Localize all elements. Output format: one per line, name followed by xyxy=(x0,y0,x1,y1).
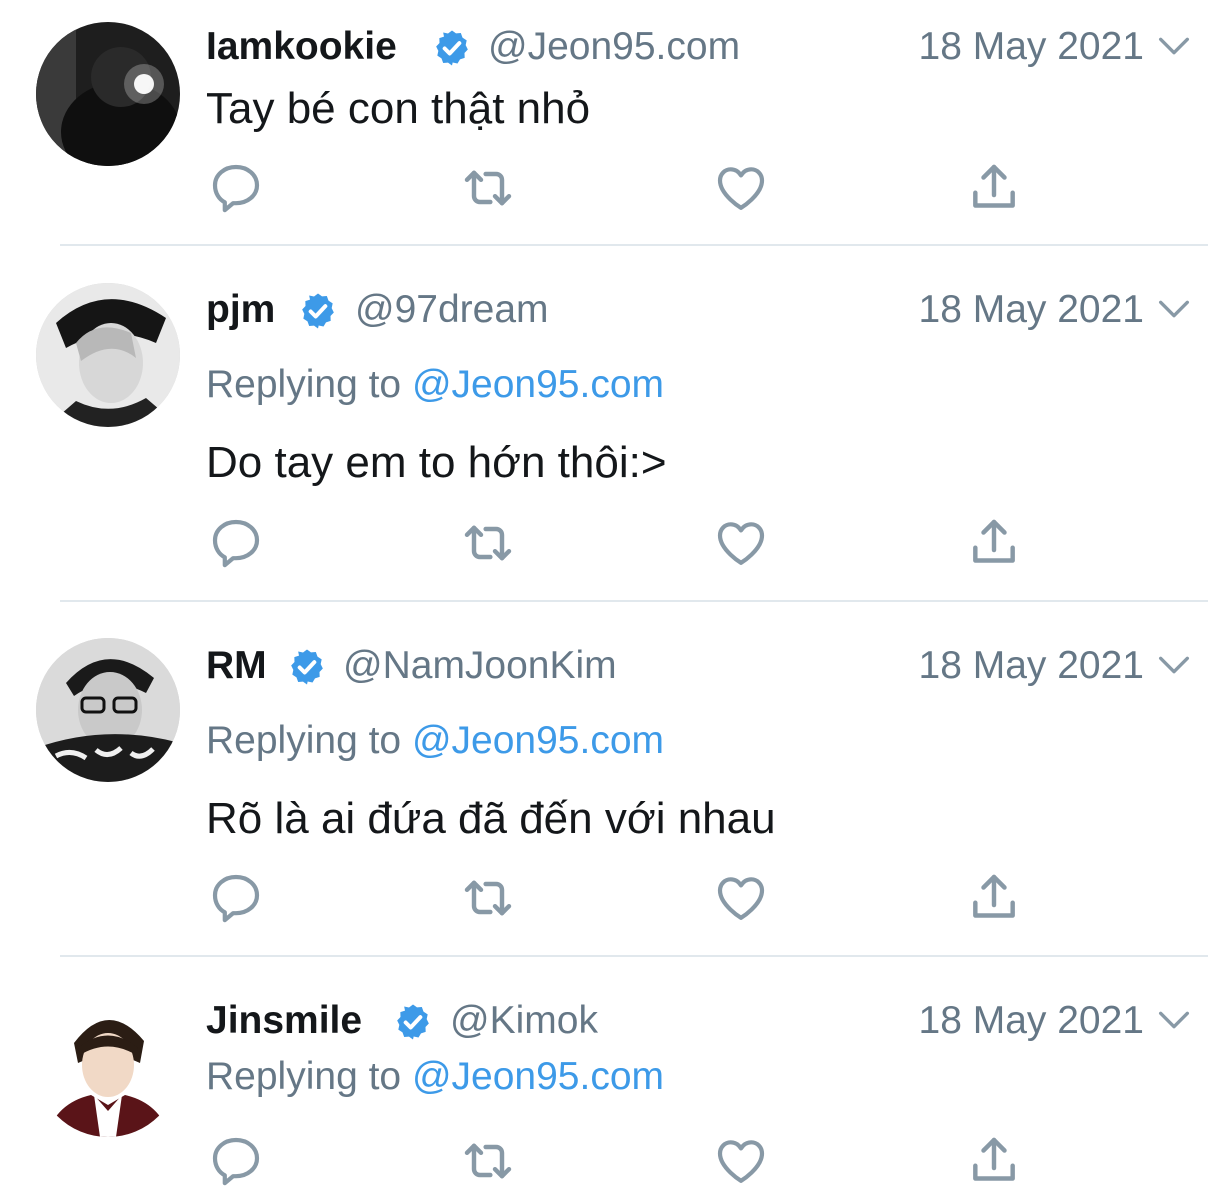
replying-to: Replying to @Jeon95.com xyxy=(206,719,664,763)
avatar[interactable] xyxy=(36,993,180,1137)
like-icon xyxy=(713,870,769,926)
display-name[interactable]: Jinsmile xyxy=(206,999,362,1043)
tweet[interactable]: pjm @97dream 18 May 2021 Replying to @Je… xyxy=(0,246,1208,602)
reply-button[interactable] xyxy=(208,1133,264,1189)
retweet-button[interactable] xyxy=(460,160,516,216)
reply-icon xyxy=(208,870,264,926)
reply-button[interactable] xyxy=(208,870,264,926)
tweet-date[interactable]: 18 May 2021 xyxy=(919,25,1145,69)
reply-button[interactable] xyxy=(208,515,264,571)
replying-to: Replying to @Jeon95.com xyxy=(206,1055,664,1099)
share-button[interactable] xyxy=(966,160,1022,216)
reply-icon xyxy=(208,1133,264,1189)
verified-badge-icon xyxy=(298,291,338,331)
tweet-text: Do tay em to hớn thôi:> xyxy=(206,438,667,487)
verified-badge-icon xyxy=(432,28,472,68)
mention-link[interactable]: @Jeon95.com xyxy=(412,1055,664,1098)
replying-to-label: Replying to xyxy=(206,363,412,406)
reply-icon xyxy=(208,515,264,571)
share-icon xyxy=(966,515,1022,571)
replying-to: Replying to @Jeon95.com xyxy=(206,363,664,407)
display-name[interactable]: Iamkookie xyxy=(206,25,397,69)
avatar[interactable] xyxy=(36,283,180,427)
chevron-down-icon[interactable] xyxy=(1154,645,1194,685)
retweet-icon xyxy=(460,160,516,216)
user-handle[interactable]: @Jeon95.com xyxy=(488,25,740,69)
retweet-button[interactable] xyxy=(460,1133,516,1189)
retweet-icon xyxy=(460,870,516,926)
share-icon xyxy=(966,160,1022,216)
retweet-button[interactable] xyxy=(460,515,516,571)
display-name[interactable]: RM xyxy=(206,644,267,688)
retweet-button[interactable] xyxy=(460,870,516,926)
verified-badge-icon xyxy=(393,1002,433,1042)
replying-to-label: Replying to xyxy=(206,719,412,762)
tweet-text: Tay bé con thật nhỏ xyxy=(206,84,591,133)
chevron-down-icon[interactable] xyxy=(1154,289,1194,329)
tweet-date[interactable]: 18 May 2021 xyxy=(919,288,1145,332)
share-button[interactable] xyxy=(966,515,1022,571)
reply-button[interactable] xyxy=(208,160,264,216)
mention-link[interactable]: @Jeon95.com xyxy=(412,719,664,762)
avatar[interactable] xyxy=(36,22,180,166)
share-icon xyxy=(966,870,1022,926)
user-handle[interactable]: @NamJoonKim xyxy=(343,644,617,688)
retweet-icon xyxy=(460,1133,516,1189)
chevron-down-icon[interactable] xyxy=(1154,26,1194,66)
reply-icon xyxy=(208,160,264,216)
replying-to-label: Replying to xyxy=(206,1055,412,1098)
like-icon xyxy=(713,1133,769,1189)
chevron-down-icon[interactable] xyxy=(1154,1000,1194,1040)
like-button[interactable] xyxy=(713,515,769,571)
retweet-icon xyxy=(460,515,516,571)
like-button[interactable] xyxy=(713,870,769,926)
mention-link[interactable]: @Jeon95.com xyxy=(412,363,664,406)
avatar[interactable] xyxy=(36,638,180,782)
like-icon xyxy=(713,515,769,571)
share-button[interactable] xyxy=(966,870,1022,926)
tweet[interactable]: Jinsmile @Kimok 18 May 2021 Replying to … xyxy=(0,957,1208,1195)
tweet-date[interactable]: 18 May 2021 xyxy=(919,999,1145,1043)
tweet-date[interactable]: 18 May 2021 xyxy=(919,644,1145,688)
verified-badge-icon xyxy=(287,647,327,687)
tweet[interactable]: RM @NamJoonKim 18 May 2021 Replying to @… xyxy=(0,602,1208,957)
display-name[interactable]: pjm xyxy=(206,288,275,332)
share-button[interactable] xyxy=(966,1133,1022,1189)
like-icon xyxy=(713,160,769,216)
user-handle[interactable]: @Kimok xyxy=(450,999,598,1043)
tweet[interactable]: Iamkookie @Jeon95.com 18 May 2021 Tay bé… xyxy=(0,0,1208,246)
share-icon xyxy=(966,1133,1022,1189)
like-button[interactable] xyxy=(713,160,769,216)
tweet-text: Rõ là ai đứa đã đến với nhau xyxy=(206,794,776,843)
user-handle[interactable]: @97dream xyxy=(355,288,549,332)
like-button[interactable] xyxy=(713,1133,769,1189)
